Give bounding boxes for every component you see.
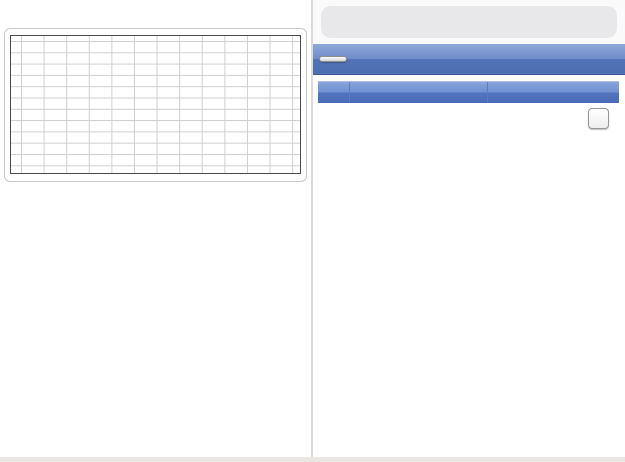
header-average-column: [487, 82, 619, 103]
header-row-number-column: [318, 82, 349, 103]
flow-meter-panel: [0, 0, 311, 462]
trend-chart-card: [4, 28, 307, 182]
browser-panel: [313, 0, 625, 462]
relative-position-checkbox[interactable]: [588, 108, 609, 129]
table-header: [318, 81, 619, 103]
gateway-table: [318, 81, 619, 103]
chart-lines: [11, 36, 300, 173]
gateway-footer: [313, 103, 625, 133]
gateway-navbar: [313, 44, 625, 75]
back-button[interactable]: [319, 56, 347, 62]
screen-bottom-edge: [0, 457, 625, 462]
browser-address-bar: [313, 0, 625, 44]
page-title: [313, 44, 625, 74]
header-position-column: [349, 82, 487, 103]
trend-chart: [10, 35, 301, 174]
url-field[interactable]: [321, 6, 617, 38]
flow-header: [0, 0, 311, 9]
